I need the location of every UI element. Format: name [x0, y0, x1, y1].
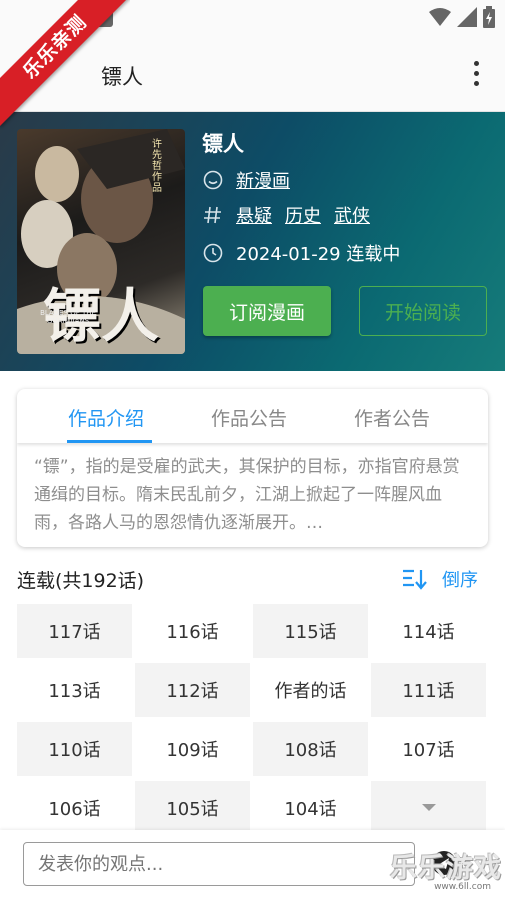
comic-cover[interactable]: 许先哲 作品 镖人 BLADES OF THE GUARDIANS [17, 129, 185, 354]
battery-icon [483, 6, 495, 28]
chapter-item[interactable]: 107话 [371, 722, 486, 776]
tags-row: 悬疑 历史 武侠 [203, 202, 383, 228]
chapters-header: 连载(共192话) 倒序 [17, 566, 488, 594]
ribbon-corner: 乐乐亲测 [0, 0, 130, 130]
chapter-item[interactable]: 111话 [371, 663, 486, 717]
ribbon-label: 乐乐亲测 [0, 0, 130, 127]
cover-credit: 许先哲 作品 [152, 139, 162, 194]
tab-author-notice[interactable]: 作者公告 [354, 404, 430, 431]
tab-work-notice[interactable]: 作品公告 [211, 404, 287, 431]
comment-bar: 乐乐游戏 www.6ll.com [0, 830, 505, 899]
watermark-logo: 乐乐游戏 [390, 853, 502, 884]
wifi-icon [429, 8, 451, 26]
chapter-item[interactable]: 115话 [253, 604, 368, 658]
tag-link[interactable]: 悬疑 [236, 202, 272, 228]
update-info: 2024-01-29 连载中 [236, 244, 401, 265]
clock-icon [203, 243, 223, 263]
sort-button[interactable]: 倒序 [402, 566, 478, 592]
chapter-item[interactable]: 108话 [253, 722, 368, 776]
chevron-down-icon [421, 804, 436, 811]
watermark-url: www.6ll.com [434, 882, 491, 892]
chapter-item[interactable]: 作者的话 [253, 663, 368, 717]
smile-icon [203, 170, 223, 190]
sort-icon [403, 569, 427, 590]
more-vert-icon[interactable] [467, 56, 485, 90]
chapter-item[interactable]: 116话 [135, 604, 250, 658]
update-row: 2024-01-29 连载中 [203, 240, 400, 266]
category-link[interactable]: 新漫画 [236, 167, 290, 193]
cover-subtitle: BLADES OF THE GUARDIANS [40, 309, 96, 325]
chapter-item[interactable]: 113话 [17, 663, 132, 717]
chapter-item[interactable]: 112话 [135, 663, 250, 717]
signal-icon [457, 7, 477, 27]
sort-label: 倒序 [442, 570, 478, 591]
chapter-item[interactable]: 117话 [17, 604, 132, 658]
chapters-title: 连载(共192话) [17, 570, 145, 592]
chapter-item[interactable]: 114话 [371, 604, 486, 658]
comic-title: 镖人 [202, 132, 244, 156]
chapter-item[interactable]: 105话 [135, 781, 250, 835]
hash-icon [203, 205, 223, 225]
tag-link[interactable]: 历史 [285, 202, 321, 228]
start-reading-button[interactable]: 开始阅读 [359, 286, 487, 336]
comic-header: 许先哲 作品 镖人 BLADES OF THE GUARDIANS 镖人 新漫画… [0, 112, 505, 371]
expand-chapters-button[interactable] [371, 781, 486, 835]
intro-card: 作品介绍 作品公告 作者公告 “镖”，指的是受雇的武夫，其保护的目标，亦指官府悬… [17, 389, 488, 547]
subscribe-button[interactable]: 订阅漫画 [203, 286, 331, 336]
chapter-item[interactable]: 110话 [17, 722, 132, 776]
status-icons [429, 6, 495, 28]
chapter-item[interactable]: 106话 [17, 781, 132, 835]
comment-input[interactable] [23, 842, 415, 886]
chapter-item[interactable]: 104话 [253, 781, 368, 835]
chapter-item[interactable]: 109话 [135, 722, 250, 776]
tab-bar: 作品介绍 作品公告 作者公告 [17, 389, 488, 443]
category-row: 新漫画 [203, 167, 303, 193]
tag-link[interactable]: 武侠 [334, 202, 370, 228]
tab-indicator [67, 440, 152, 443]
description-text[interactable]: “镖”，指的是受雇的武夫，其保护的目标，亦指官府悬赏通缉的目标。隋末民乱前夕，江… [34, 453, 474, 537]
tab-intro[interactable]: 作品介绍 [68, 404, 144, 431]
